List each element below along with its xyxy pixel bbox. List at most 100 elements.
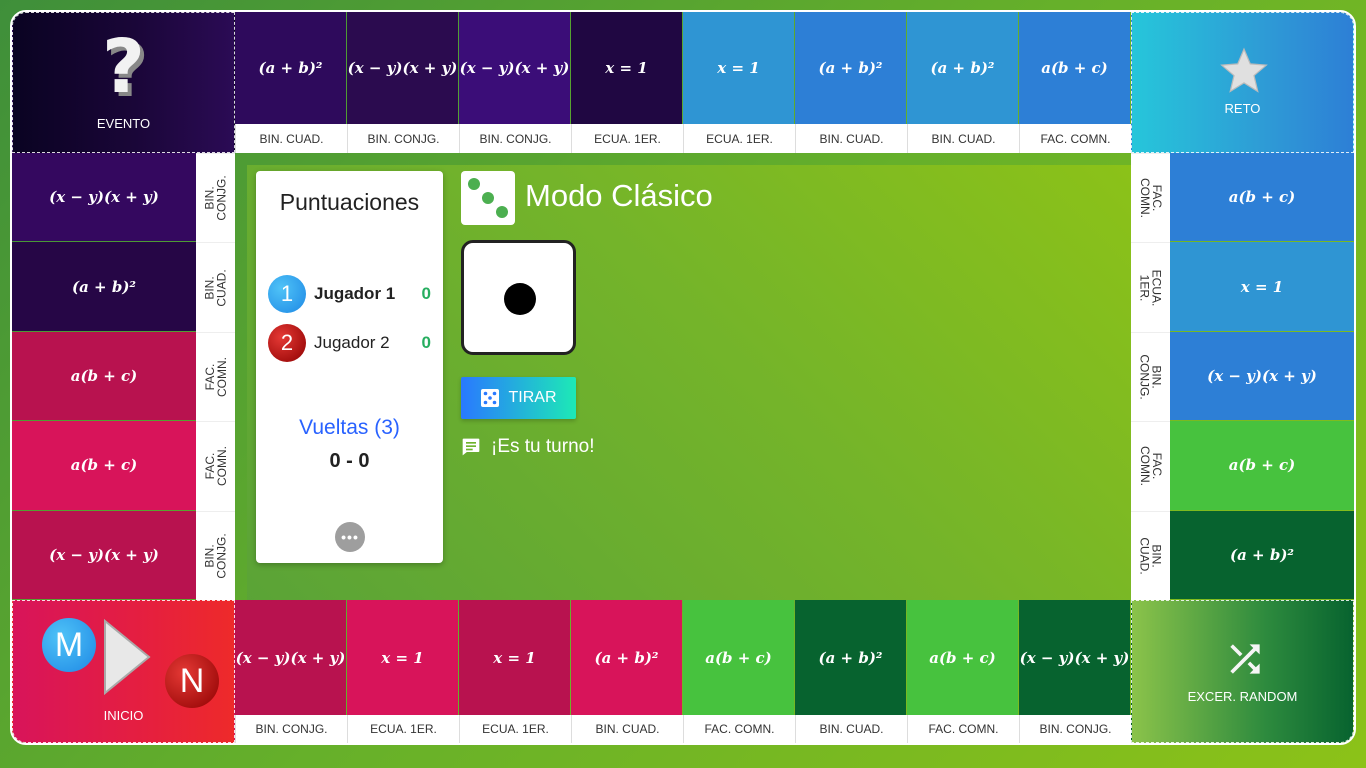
cell-category-label: FAC. COMN. <box>907 715 1019 743</box>
player-token-m: M <box>42 618 96 672</box>
roll-button-label: TIRAR <box>508 389 557 406</box>
corner-evento-label: EVENTO <box>96 116 151 131</box>
cell-category-label: BIN. CONJG. <box>347 124 459 153</box>
cell-category-label: ECUA. 1ER. <box>347 715 459 743</box>
question-mark-icon: ? <box>102 24 145 110</box>
cell-expression: (x − y)(x + y) <box>12 153 196 242</box>
board-cell-right-3[interactable]: BIN. CONJG. (x − y)(x + y) <box>1131 331 1354 422</box>
board-cell-bottom-5[interactable]: a(b + c) FAC. COMN. <box>683 600 795 743</box>
roll-button[interactable]: TIRAR <box>461 377 576 419</box>
cell-category-label: FAC. COMN. <box>196 421 235 511</box>
cell-category-label: FAC. COMN. <box>1019 124 1131 153</box>
corner-random[interactable]: EXCER. RANDOM <box>1131 600 1354 743</box>
cell-category-label: BIN. CUAD. <box>1131 510 1170 600</box>
message-icon <box>462 438 480 456</box>
cell-expression: (x − y)(x + y) <box>1170 331 1354 421</box>
cell-category-label: FAC. COMN. <box>196 331 235 422</box>
corner-inicio-label: INICIO <box>103 708 144 723</box>
turn-message: ¡Es tu turno! <box>461 436 595 458</box>
cell-expression: (x − y)(x + y) <box>459 12 570 124</box>
board-cell-top-8[interactable]: a(b + c) FAC. COMN. <box>1019 12 1131 153</box>
cell-expression: x = 1 <box>571 12 682 124</box>
player-row-2: 2 Jugador 2 0 <box>268 324 431 362</box>
board-cell-right-4[interactable]: FAC. COMN. a(b + c) <box>1131 421 1354 511</box>
cell-category-label: BIN. CONJG. <box>1131 331 1170 422</box>
cell-expression: a(b + c) <box>907 600 1018 715</box>
board-cell-top-7[interactable]: (a + b)² BIN. CUAD. <box>907 12 1019 153</box>
board-cell-right-1[interactable]: FAC. COMN. a(b + c) <box>1131 153 1354 243</box>
cell-category-label: BIN. CONJG. <box>235 715 347 743</box>
board-cell-right-5[interactable]: BIN. CUAD. (a + b)² <box>1131 510 1354 600</box>
dice-icon <box>461 171 515 225</box>
cell-category-label: ECUA. 1ER. <box>683 124 795 153</box>
board-cell-bottom-3[interactable]: x = 1 ECUA. 1ER. <box>459 600 571 743</box>
corner-reto[interactable]: RETO <box>1131 12 1354 153</box>
cell-category-label: FAC. COMN. <box>1131 421 1170 511</box>
cell-expression: (a + b)² <box>795 600 906 715</box>
cell-expression: (a + b)² <box>795 12 906 124</box>
board-cell-left-3[interactable]: a(b + c) FAC. COMN. <box>12 331 235 422</box>
board-cell-bottom-6[interactable]: (a + b)² BIN. CUAD. <box>795 600 907 743</box>
player-2-name: Jugador 2 <box>314 333 390 352</box>
cell-expression: a(b + c) <box>1170 153 1354 242</box>
board-cell-bottom-1[interactable]: (x − y)(x + y) BIN. CONJG. <box>235 600 347 743</box>
corner-evento[interactable]: ? EVENTO <box>12 12 235 153</box>
cell-category-label: BIN. CONJG. <box>459 124 571 153</box>
cell-expression: (a + b)² <box>12 242 196 331</box>
cell-expression: (a + b)² <box>907 12 1018 124</box>
board-cell-bottom-8[interactable]: (x − y)(x + y) BIN. CONJG. <box>1019 600 1131 743</box>
cell-expression: x = 1 <box>683 12 794 124</box>
corner-reto-label: RETO <box>1224 101 1261 116</box>
cell-category-label: BIN. CONJG. <box>196 510 235 600</box>
laps-score: 0 - 0 <box>329 450 370 472</box>
player-2-score: 0 <box>421 333 431 352</box>
board-cell-left-2[interactable]: (a + b)² BIN. CUAD. <box>12 242 235 332</box>
player-2-badge: 2 <box>268 324 306 362</box>
board-cell-top-5[interactable]: x = 1 ECUA. 1ER. <box>683 12 795 153</box>
board-cell-top-3[interactable]: (x − y)(x + y) BIN. CONJG. <box>459 12 571 153</box>
board-cell-bottom-4[interactable]: (a + b)² BIN. CUAD. <box>571 600 683 743</box>
player-1-badge: 1 <box>268 275 306 313</box>
board-cell-top-6[interactable]: (a + b)² BIN. CUAD. <box>795 12 907 153</box>
cell-expression: a(b + c) <box>1019 12 1130 124</box>
score-title: Puntuaciones <box>279 189 420 215</box>
cell-expression: a(b + c) <box>12 421 196 510</box>
player-token-n: N <box>165 654 219 708</box>
board-cell-bottom-2[interactable]: x = 1 ECUA. 1ER. <box>347 600 459 743</box>
corner-inicio[interactable]: M N INICIO <box>12 600 235 743</box>
board-cell-left-4[interactable]: a(b + c) FAC. COMN. <box>12 421 235 511</box>
die <box>461 240 576 355</box>
board-cell-left-1[interactable]: (x − y)(x + y) BIN. CONJG. <box>12 153 235 243</box>
board-cell-top-2[interactable]: (x − y)(x + y) BIN. CONJG. <box>347 12 459 153</box>
board-cell-right-2[interactable]: ECUA. 1ER. x = 1 <box>1131 242 1354 332</box>
cell-category-label: BIN. CUAD. <box>235 124 347 153</box>
turn-text: ¡Es tu turno! <box>491 436 595 457</box>
cell-expression: (x − y)(x + y) <box>235 600 346 715</box>
corner-random-label: EXCER. RANDOM <box>1187 689 1298 704</box>
player-row-1: 1 Jugador 1 0 <box>268 275 431 313</box>
score-panel: Puntuaciones 1 Jugador 1 0 2 Jugador 2 0… <box>256 171 443 563</box>
more-options-button[interactable]: ••• <box>335 522 365 552</box>
cell-expression: (x − y)(x + y) <box>12 510 196 599</box>
cell-expression: x = 1 <box>347 600 458 715</box>
cell-category-label: BIN. CUAD. <box>907 124 1019 153</box>
cell-category-label: BIN. CONJG. <box>196 153 235 243</box>
star-icon <box>1220 47 1268 93</box>
play-arrow-icon <box>104 618 151 696</box>
board-cell-top-4[interactable]: x = 1 ECUA. 1ER. <box>571 12 683 153</box>
board-cell-top-1[interactable]: (a + b)² BIN. CUAD. <box>235 12 347 153</box>
player-1-score: 0 <box>421 284 431 303</box>
mode-title: Modo Clásico <box>525 178 713 213</box>
board-cell-bottom-7[interactable]: a(b + c) FAC. COMN. <box>907 600 1019 743</box>
cell-category-label: BIN. CUAD. <box>795 715 907 743</box>
cell-expression: (a + b)² <box>235 12 346 124</box>
cell-category-label: FAC. COMN. <box>1131 153 1170 243</box>
cell-category-label: ECUA. 1ER. <box>459 715 571 743</box>
cell-category-label: BIN. CUAD. <box>196 242 235 332</box>
shuffle-icon <box>1230 644 1260 674</box>
cell-expression: a(b + c) <box>683 600 794 715</box>
cell-category-label: FAC. COMN. <box>683 715 795 743</box>
cell-category-label: BIN. CUAD. <box>795 124 907 153</box>
cell-category-label: BIN. CUAD. <box>571 715 683 743</box>
board-cell-left-5[interactable]: (x − y)(x + y) BIN. CONJG. <box>12 510 235 600</box>
